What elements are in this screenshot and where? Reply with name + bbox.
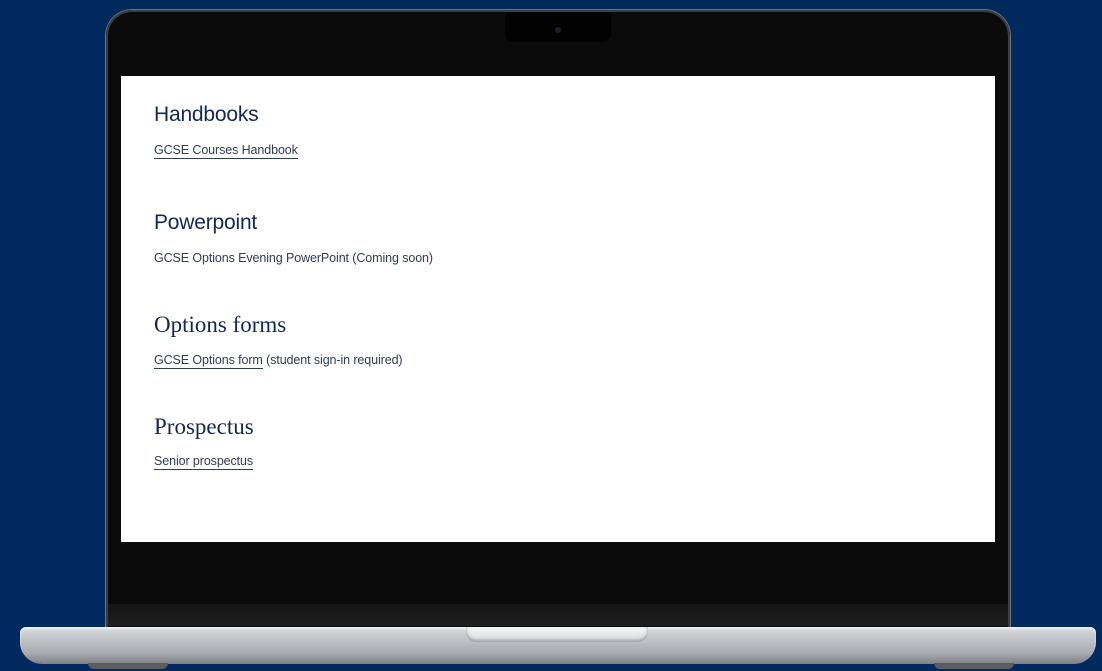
handbooks-heading: Handbooks (154, 103, 259, 126)
options-forms-heading: Options forms (154, 312, 287, 337)
prospectus-line: Senior prospectus (154, 454, 254, 470)
options-forms-section: Options forms GCSE Options form (student… (154, 312, 403, 369)
laptop-screen: Handbooks GCSE Courses Handbook Powerpoi… (121, 76, 995, 542)
prospectus-heading: Prospectus (154, 414, 254, 439)
opening-notch (466, 627, 648, 642)
options-forms-line: GCSE Options form (student sign-in requi… (154, 353, 403, 369)
gcse-courses-handbook-link[interactable]: GCSE Courses Handbook (154, 143, 298, 159)
bezel-bottom-strip (108, 604, 1008, 626)
senior-prospectus-link[interactable]: Senior prospectus (154, 454, 253, 470)
powerpoint-text: GCSE Options Evening PowerPoint (Coming … (154, 251, 433, 265)
handbooks-section: Handbooks GCSE Courses Handbook (154, 103, 298, 159)
powerpoint-heading: Powerpoint (154, 211, 258, 234)
options-form-note: (student sign-in required) (262, 353, 403, 367)
gcse-options-form-link[interactable]: GCSE Options form (154, 353, 263, 369)
handbooks-line: GCSE Courses Handbook (154, 143, 298, 159)
prospectus-section: Prospectus Senior prospectus (154, 414, 254, 470)
webcam-icon (555, 27, 561, 33)
laptop-foot-left (88, 663, 168, 669)
powerpoint-section: Powerpoint GCSE Options Evening PowerPoi… (154, 211, 433, 265)
laptop-foot-right (934, 663, 1014, 669)
